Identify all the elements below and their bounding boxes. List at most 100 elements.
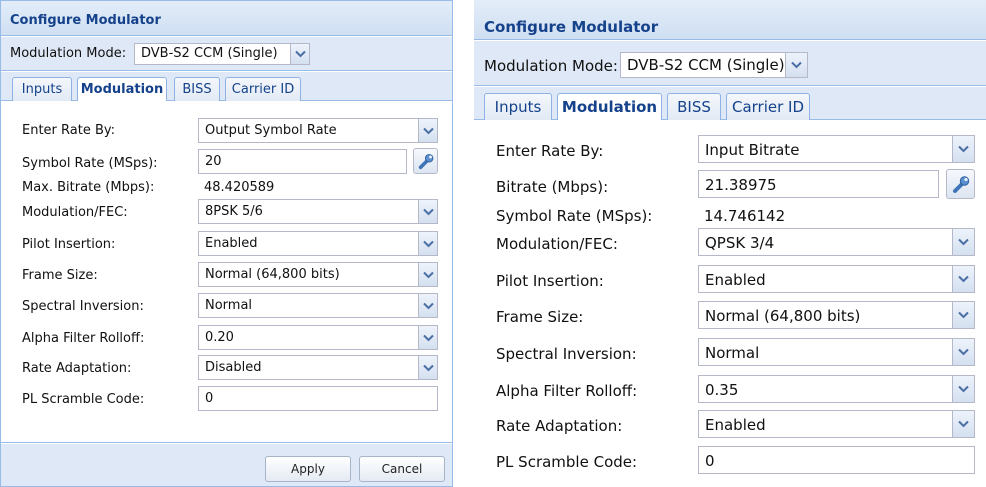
modulation-fec-value: 8PSK 5/6 bbox=[205, 204, 263, 219]
tab-carrier-id[interactable]: Carrier ID bbox=[225, 77, 301, 101]
rate-adaptation-select[interactable]: Disabled bbox=[198, 355, 438, 380]
enter-rate-by-value: Input Bitrate bbox=[705, 141, 800, 159]
symbol-rate-input[interactable]: 20 bbox=[198, 149, 407, 174]
tab-biss[interactable]: BISS bbox=[667, 93, 721, 120]
rate-adaptation-value: Disabled bbox=[205, 360, 262, 375]
modulation-mode-value: DVB-S2 CCM (Single) bbox=[141, 46, 278, 61]
rate-adaptation-label: Rate Adaptation: bbox=[22, 361, 132, 376]
spectral-inversion-select[interactable]: Normal bbox=[198, 293, 438, 318]
modulation-mode-bar: Modulation Mode: DVB-S2 CCM (Single) bbox=[474, 41, 986, 86]
max-bitrate-value: 48.420589 bbox=[204, 180, 275, 195]
enter-rate-by-select[interactable]: Input Bitrate bbox=[698, 135, 975, 163]
apply-button[interactable]: Apply bbox=[265, 456, 351, 482]
tab-carrier-id[interactable]: Carrier ID bbox=[726, 93, 810, 120]
wrench-icon bbox=[951, 174, 971, 194]
tab-bar: Inputs Modulation BISS Carrier ID bbox=[474, 87, 986, 120]
frame-size-label: Frame Size: bbox=[22, 268, 98, 283]
tab-biss[interactable]: BISS bbox=[174, 77, 220, 101]
enter-rate-by-label: Enter Rate By: bbox=[22, 123, 116, 138]
modulation-mode-label: Modulation Mode: bbox=[10, 46, 127, 61]
chevron-down-icon[interactable] bbox=[418, 119, 437, 142]
chevron-down-icon[interactable] bbox=[952, 339, 974, 365]
alpha-filter-rolloff-select[interactable]: 0.35 bbox=[698, 375, 975, 403]
chevron-down-icon[interactable] bbox=[418, 326, 437, 349]
pilot-insertion-label: Pilot Insertion: bbox=[22, 237, 116, 252]
tab-inputs[interactable]: Inputs bbox=[12, 77, 72, 101]
tab-inputs[interactable]: Inputs bbox=[484, 93, 552, 120]
frame-size-value: Normal (64,800 bits) bbox=[705, 307, 861, 325]
chevron-down-icon[interactable] bbox=[952, 229, 974, 255]
tab-modulation[interactable]: Modulation bbox=[557, 93, 662, 120]
rate-adaptation-value: Enabled bbox=[705, 416, 766, 434]
modulation-mode-select[interactable]: DVB-S2 CCM (Single) bbox=[134, 43, 310, 65]
calculate-button[interactable] bbox=[946, 169, 975, 199]
bitrate-input[interactable]: 21.38975 bbox=[698, 170, 939, 198]
pl-scramble-code-label: PL Scramble Code: bbox=[22, 392, 145, 407]
cancel-button[interactable]: Cancel bbox=[359, 456, 445, 482]
chevron-down-icon[interactable] bbox=[418, 356, 437, 379]
modulation-mode-value: DVB-S2 CCM (Single) bbox=[627, 56, 785, 74]
modulation-mode-select[interactable]: DVB-S2 CCM (Single) bbox=[620, 52, 808, 78]
chevron-down-icon[interactable] bbox=[952, 302, 974, 328]
alpha-filter-rolloff-label: Alpha Filter Rolloff: bbox=[22, 331, 145, 346]
symbol-rate-label: Symbol Rate (MSps): bbox=[22, 156, 158, 171]
modulation-mode-bar: Modulation Mode: DVB-S2 CCM (Single) bbox=[1, 37, 452, 71]
chevron-down-icon[interactable] bbox=[952, 266, 974, 292]
enter-rate-by-select[interactable]: Output Symbol Rate bbox=[198, 118, 438, 143]
modulation-fec-select[interactable]: 8PSK 5/6 bbox=[198, 199, 438, 224]
pilot-insertion-select[interactable]: Enabled bbox=[198, 231, 438, 256]
wrench-icon bbox=[417, 152, 435, 170]
alpha-filter-rolloff-label: Alpha Filter Rolloff: bbox=[496, 382, 638, 400]
frame-size-select[interactable]: Normal (64,800 bits) bbox=[198, 262, 438, 287]
symbol-rate-label: Symbol Rate (MSps): bbox=[496, 207, 653, 225]
pilot-insertion-value: Enabled bbox=[205, 236, 258, 251]
enter-rate-by-value: Output Symbol Rate bbox=[205, 123, 337, 138]
panel-title: Configure Modulator bbox=[1, 1, 452, 36]
spectral-inversion-value: Normal bbox=[705, 344, 760, 362]
chevron-down-icon[interactable] bbox=[952, 136, 974, 162]
modulation-fec-label: Modulation/FEC: bbox=[22, 205, 128, 220]
modulation-mode-label: Modulation Mode: bbox=[484, 57, 618, 75]
configure-modulator-panel-input-bitrate: Configure Modulator Modulation Mode: DVB… bbox=[474, 0, 986, 487]
chevron-down-icon[interactable] bbox=[785, 53, 807, 77]
chevron-down-icon[interactable] bbox=[418, 263, 437, 286]
modulation-form: Enter Rate By: Output Symbol Rate Symbol… bbox=[1, 102, 452, 443]
frame-size-select[interactable]: Normal (64,800 bits) bbox=[698, 301, 975, 329]
rate-adaptation-label: Rate Adaptation: bbox=[496, 417, 623, 435]
enter-rate-by-label: Enter Rate By: bbox=[496, 142, 604, 160]
frame-size-label: Frame Size: bbox=[496, 308, 584, 326]
spectral-inversion-label: Spectral Inversion: bbox=[496, 345, 637, 363]
modulation-fec-select[interactable]: QPSK 3/4 bbox=[698, 228, 975, 256]
pilot-insertion-value: Enabled bbox=[705, 271, 766, 289]
spectral-inversion-label: Spectral Inversion: bbox=[22, 299, 144, 314]
alpha-filter-rolloff-select[interactable]: 0.20 bbox=[198, 325, 438, 350]
pl-scramble-code-input[interactable]: 0 bbox=[198, 386, 438, 411]
pilot-insertion-select[interactable]: Enabled bbox=[698, 265, 975, 293]
spectral-inversion-value: Normal bbox=[205, 298, 253, 313]
chevron-down-icon[interactable] bbox=[418, 232, 437, 255]
tab-bar: Inputs Modulation BISS Carrier ID bbox=[1, 72, 452, 101]
alpha-filter-rolloff-value: 0.20 bbox=[205, 330, 234, 345]
tab-modulation[interactable]: Modulation bbox=[77, 77, 167, 101]
configure-modulator-panel-symbol-rate: Configure Modulator Modulation Mode: DVB… bbox=[0, 0, 453, 487]
chevron-down-icon[interactable] bbox=[290, 44, 309, 64]
modulation-fec-value: QPSK 3/4 bbox=[705, 234, 775, 252]
pilot-insertion-label: Pilot Insertion: bbox=[496, 272, 604, 290]
chevron-down-icon[interactable] bbox=[418, 294, 437, 317]
modulation-fec-label: Modulation/FEC: bbox=[496, 235, 618, 253]
modulation-form: Enter Rate By: Input Bitrate Bitrate (Mb… bbox=[474, 121, 986, 487]
max-bitrate-label: Max. Bitrate (Mbps): bbox=[22, 180, 155, 195]
chevron-down-icon[interactable] bbox=[952, 376, 974, 402]
chevron-down-icon[interactable] bbox=[418, 200, 437, 223]
pl-scramble-code-input[interactable]: 0 bbox=[698, 446, 975, 474]
alpha-filter-rolloff-value: 0.35 bbox=[705, 381, 739, 399]
rate-adaptation-select[interactable]: Enabled bbox=[698, 410, 975, 438]
symbol-rate-value: 14.746142 bbox=[704, 207, 786, 225]
bitrate-label: Bitrate (Mbps): bbox=[496, 178, 609, 196]
chevron-down-icon[interactable] bbox=[952, 411, 974, 437]
frame-size-value: Normal (64,800 bits) bbox=[205, 267, 340, 282]
pl-scramble-code-label: PL Scramble Code: bbox=[496, 453, 638, 471]
panel-title: Configure Modulator bbox=[474, 0, 986, 40]
spectral-inversion-select[interactable]: Normal bbox=[698, 338, 975, 366]
calculate-button[interactable] bbox=[413, 148, 438, 174]
